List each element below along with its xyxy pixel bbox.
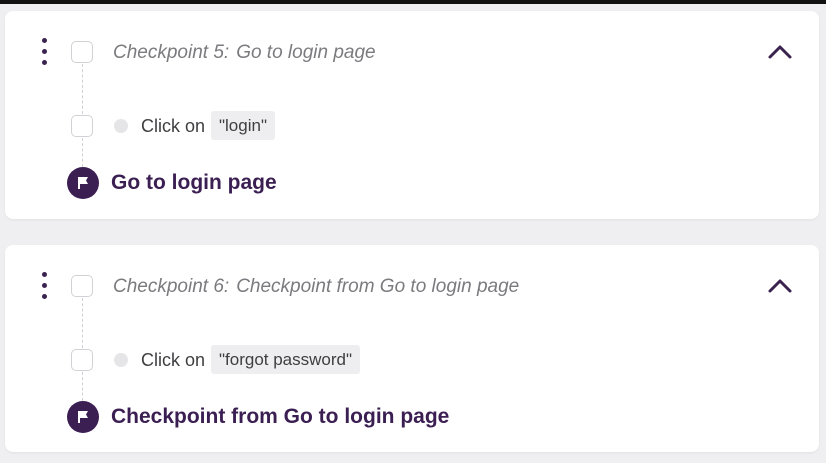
dot-icon [42, 272, 47, 277]
chevron-up-icon [768, 279, 792, 293]
flag-badge [67, 401, 99, 433]
more-options-icon[interactable] [39, 272, 51, 302]
status-dot-icon [114, 119, 128, 133]
step-checkbox[interactable] [71, 349, 93, 371]
checkpoint-result-title[interactable]: Checkpoint from Go to login page [111, 403, 449, 431]
connector-line [82, 298, 83, 348]
checkpoint-title: Checkpoint 6: Checkpoint from Go to login… [113, 275, 519, 299]
step-action: Click on [141, 116, 206, 136]
dot-icon [42, 60, 47, 65]
flag-badge [67, 167, 99, 199]
dot-icon [42, 283, 47, 288]
checkpoint-result-title[interactable]: Go to login page [111, 169, 277, 197]
step-target-chip: "login" [211, 111, 275, 140]
flag-icon [78, 411, 88, 423]
checkpoint-card: Checkpoint 6: Checkpoint from Go to login… [5, 245, 819, 452]
dot-icon [42, 38, 47, 43]
checkpoint-name: Go to login page [236, 42, 376, 63]
chevron-up-icon [768, 45, 792, 59]
collapse-button[interactable] [767, 41, 793, 63]
collapse-button[interactable] [767, 275, 793, 297]
step-checkbox[interactable] [71, 115, 93, 137]
checkpoint-checkbox[interactable] [71, 275, 93, 297]
checkpoint-name: Checkpoint from Go to login page [236, 276, 520, 297]
checkpoint-card: Checkpoint 5: Go to login page Click on "… [5, 11, 819, 219]
checkpoint-title: Checkpoint 5: Go to login page [113, 41, 376, 65]
checkpoint-checkbox[interactable] [71, 41, 93, 63]
checkpoint-label: Checkpoint 6: [113, 276, 230, 297]
dot-icon [42, 49, 47, 54]
flag-icon [78, 177, 88, 189]
top-edge-strip [0, 0, 826, 4]
checkpoint-label: Checkpoint 5: [113, 42, 230, 63]
connector-line [82, 64, 83, 114]
step-action: Click on [141, 350, 206, 370]
more-options-icon[interactable] [39, 38, 51, 68]
dot-icon [42, 294, 47, 299]
step-target-chip: "forgot password" [211, 345, 361, 374]
status-dot-icon [114, 353, 128, 367]
